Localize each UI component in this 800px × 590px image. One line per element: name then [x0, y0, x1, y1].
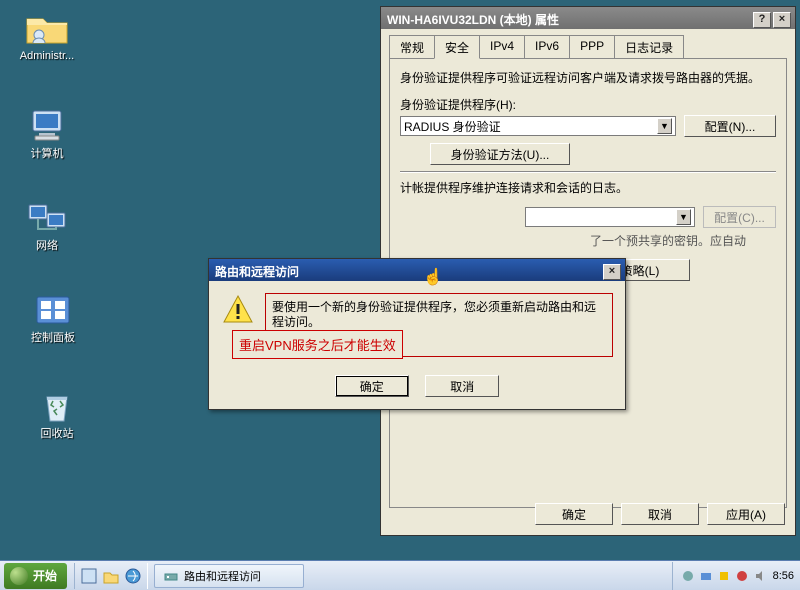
prop-apply-button[interactable]: 应用(A): [707, 503, 785, 525]
desktop-icon-label: 网络: [12, 240, 82, 252]
intro-text: 身份验证提供程序可验证远程访问客户端及请求拨号路由器的凭据。: [400, 71, 776, 86]
properties-title-text: WIN-HA6IVU32LDN (本地) 属性: [387, 11, 751, 28]
desktop-icon-label: Administr...: [12, 50, 82, 62]
tray-icon[interactable]: [717, 569, 731, 583]
warning-icon: [221, 293, 255, 327]
recycle-bin-icon: [33, 386, 81, 426]
tab-row: 常规 安全 IPv4 IPv6 PPP 日志记录: [389, 35, 787, 58]
tray-icon[interactable]: [681, 569, 695, 583]
taskbar-app-label: 路由和远程访问: [184, 568, 261, 584]
network-icon: [23, 198, 71, 238]
chevron-down-icon: ▼: [676, 209, 691, 225]
windows-orb-icon: [10, 567, 28, 585]
desktop-icon-label: 控制面板: [18, 332, 88, 344]
desktop-icon-label: 计算机: [12, 148, 82, 160]
system-tray: 8:56: [672, 562, 800, 590]
volume-icon[interactable]: [753, 569, 767, 583]
tray-icon[interactable]: [699, 569, 713, 583]
desktop-icon-admin[interactable]: Administr...: [12, 8, 82, 62]
desktop-icon-network[interactable]: 网络: [12, 198, 82, 252]
accounting-dropdown[interactable]: ▼: [525, 207, 695, 227]
taskbar: 开始 路由和远程访问 8:56: [0, 560, 800, 590]
auth-provider-dropdown[interactable]: RADIUS 身份验证 ▼: [400, 116, 676, 136]
modal-title-text: 路由和远程访问: [215, 263, 601, 280]
modal-message: 要使用一个新的身份验证提供程序，您必须重新启动路由和远程访问。: [272, 300, 606, 330]
auth-method-button[interactable]: 身份验证方法(U)...: [430, 143, 570, 165]
tab-security[interactable]: 安全: [434, 35, 480, 59]
modal-ok-button[interactable]: 确定: [335, 375, 409, 397]
start-button[interactable]: 开始: [4, 563, 67, 589]
modal-titlebar[interactable]: 路由和远程访问 ×: [209, 259, 625, 281]
start-label: 开始: [33, 567, 57, 584]
tab-ipv6[interactable]: IPv6: [524, 35, 570, 58]
desktop-icon-computer[interactable]: 计算机: [12, 106, 82, 160]
tray-icon[interactable]: [735, 569, 749, 583]
accounting-intro: 计帐提供程序维护连接请求和会话的日志。: [400, 181, 776, 196]
folder-user-icon: [23, 8, 71, 48]
chevron-down-icon: ▼: [657, 118, 672, 134]
tab-ipv4[interactable]: IPv4: [479, 35, 525, 58]
desktop-icon-recycle-bin[interactable]: 回收站: [22, 386, 92, 440]
computer-icon: [23, 106, 71, 146]
tab-ppp[interactable]: PPP: [569, 35, 615, 58]
show-desktop-icon[interactable]: [80, 567, 98, 585]
help-button[interactable]: ?: [753, 12, 771, 28]
configure-c-button: 配置(C)...: [703, 206, 776, 228]
auth-provider-value: RADIUS 身份验证: [404, 118, 501, 135]
explorer-icon[interactable]: [102, 567, 120, 585]
annotation-box: 重启VPN服务之后才能生效: [232, 330, 403, 359]
configure-n-button[interactable]: 配置(N)...: [684, 115, 776, 137]
modal-cancel-button[interactable]: 取消: [425, 375, 499, 397]
properties-titlebar[interactable]: WIN-HA6IVU32LDN (本地) 属性 ? ×: [381, 7, 795, 29]
rras-icon: [163, 568, 179, 584]
quick-launch: [74, 563, 148, 589]
psk-text: 了一个预共享的密钥。应自动: [590, 234, 776, 249]
ie-icon[interactable]: [124, 567, 142, 585]
tab-logging[interactable]: 日志记录: [614, 35, 684, 58]
desktop-icon-label: 回收站: [22, 428, 92, 440]
auth-provider-label: 身份验证提供程序(H):: [400, 96, 776, 113]
desktop-icon-control-panel[interactable]: 控制面板: [18, 290, 88, 344]
taskbar-clock[interactable]: 8:56: [773, 570, 794, 582]
prop-cancel-button[interactable]: 取消: [621, 503, 699, 525]
taskbar-app-rras[interactable]: 路由和远程访问: [154, 564, 304, 588]
prop-ok-button[interactable]: 确定: [535, 503, 613, 525]
modal-close-button[interactable]: ×: [603, 264, 621, 280]
tab-general[interactable]: 常规: [389, 35, 435, 58]
control-panel-icon: [29, 290, 77, 330]
close-button[interactable]: ×: [773, 12, 791, 28]
